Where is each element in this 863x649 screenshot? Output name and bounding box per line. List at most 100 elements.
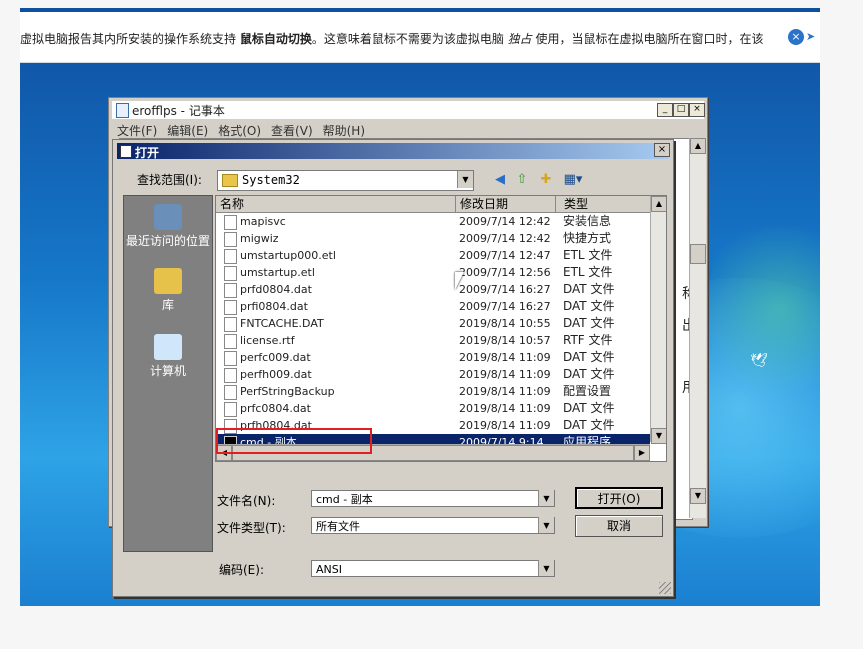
menu-edit[interactable]: 编辑(E) [167,124,208,138]
file-row[interactable]: license.rtf 2019/8/14 10:57 RTF 文件 [216,332,650,349]
column-type[interactable]: 类型 [560,196,651,212]
file-row[interactable]: FNTCACHE.DAT 2019/8/14 10:55 DAT 文件 [216,315,650,332]
file-icon [224,300,237,315]
notification-italic: 独占 [507,32,532,46]
look-in-label: 查找范围(I): [137,173,202,187]
wallpaper-glow-green [710,208,820,408]
file-type: 快捷方式 [563,231,612,245]
menu-file[interactable]: 文件(F) [117,124,157,138]
view-menu-icon[interactable]: ▦▾ [561,171,585,189]
menu-format[interactable]: 格式(O) [218,124,261,138]
chevron-down-icon[interactable]: ▼ [538,560,554,576]
file-date: 2009/7/14 12:42 [459,232,551,245]
menu-help[interactable]: 帮助(H) [323,124,365,138]
cancel-button[interactable]: 取消 [575,515,663,537]
file-icon [224,334,237,349]
filetype-select[interactable]: 所有文件 ▼ [311,517,555,534]
file-date: 2009/7/14 16:27 [459,300,551,313]
file-type: DAT 文件 [563,418,615,432]
file-icon [224,317,237,332]
encoding-select[interactable]: ANSI ▼ [311,560,555,577]
notification-text-part: 使用，当鼠标在虚拟电脑所在窗口时，在该 [531,32,764,46]
file-row[interactable]: prfd0804.dat 2009/7/14 16:27 DAT 文件 [216,281,650,298]
file-row[interactable]: perfc009.dat 2019/8/14 11:09 DAT 文件 [216,349,650,366]
look-in-combobox[interactable]: System32 ▼ [217,170,474,191]
up-folder-icon[interactable]: ⇧ [513,171,531,189]
notepad-icon [116,103,129,118]
minimize-button[interactable]: _ [657,103,673,117]
file-row[interactable]: mapisvc 2009/7/14 12:42 安装信息 [216,213,650,230]
column-date[interactable]: 修改日期 [456,196,556,212]
pin-icon[interactable]: ➤ [806,30,820,44]
file-type: DAT 文件 [563,299,615,313]
notification-bar: 虚拟电脑报告其内所安装的操作系统支持 鼠标自动切换。这意味着鼠标不需要为该虚拟电… [20,12,820,63]
scroll-up-icon[interactable]: ▲ [690,138,706,154]
file-date: 2009/7/14 12:47 [459,249,551,262]
folder-icon [222,174,238,187]
resize-grip-icon[interactable] [659,582,671,594]
place-library[interactable]: 库 [124,268,212,312]
scroll-right-icon[interactable]: ▶ [634,445,650,461]
encoding-label: 编码(E): [219,563,264,577]
dialog-titlebar: 打开 [117,143,669,160]
close-button[interactable]: × [689,103,705,117]
scroll-down-icon[interactable]: ▼ [690,488,706,504]
column-name[interactable]: 名称 [216,196,456,212]
notification-text: 虚拟电脑报告其内所安装的操作系统支持 鼠标自动切换。这意味着鼠标不需要为该虚拟电… [20,30,764,47]
file-row[interactable]: PerfStringBackup 2019/8/14 11:09 配置设置 [216,383,650,400]
filename-label: 文件名(N): [217,494,276,508]
open-button[interactable]: 打开(O) [575,487,663,509]
filetype-value: 所有文件 [316,520,360,533]
scroll-down-icon[interactable]: ▼ [651,428,666,444]
new-folder-icon[interactable]: ✚ [537,171,555,189]
file-date: 2019/8/14 10:55 [459,317,551,330]
notepad-vertical-scrollbar[interactable]: ▲ ▼ [689,138,706,518]
file-type: DAT 文件 [563,282,615,296]
file-type: RTF 文件 [563,333,613,347]
chevron-down-icon[interactable]: ▼ [538,490,554,506]
file-name: PerfStringBackup [240,385,335,398]
computer-icon [154,334,182,360]
file-row[interactable]: prfi0804.dat 2009/7/14 16:27 DAT 文件 [216,298,650,315]
filetype-label: 文件类型(T): [217,521,286,535]
file-icon [224,266,237,281]
dialog-close-button[interactable]: × [654,143,670,157]
recent-places-icon [154,204,182,230]
file-date: 2019/8/14 10:57 [459,334,551,347]
scroll-thumb[interactable] [690,244,706,264]
file-list-vertical-scrollbar[interactable]: ▲ ▼ [650,196,666,444]
file-type: 配置设置 [563,384,612,398]
place-label: 库 [161,298,174,312]
file-type: DAT 文件 [563,350,615,364]
back-icon[interactable]: ◀ [491,171,509,189]
file-date: 2009/7/14 16:27 [459,283,551,296]
file-name: prfc0804.dat [240,402,311,415]
menu-view[interactable]: 查看(V) [271,124,313,138]
place-computer[interactable]: 计算机 [124,334,212,378]
file-row[interactable]: perfh009.dat 2019/8/14 11:09 DAT 文件 [216,366,650,383]
chevron-down-icon[interactable]: ▼ [538,517,554,533]
place-recent[interactable]: 最近访问的位置 [124,204,212,248]
filename-input[interactable]: cmd - 副本 ▼ [311,490,555,507]
file-row[interactable]: umstartup.etl 2009/7/14 12:56 ETL 文件 [216,264,650,281]
file-icon [224,351,237,366]
file-row[interactable]: prfc0804.dat 2019/8/14 11:09 DAT 文件 [216,400,650,417]
file-date: 2019/8/14 11:09 [459,385,551,398]
file-type: ETL 文件 [563,248,613,262]
scroll-up-icon[interactable]: ▲ [651,196,666,212]
chevron-down-icon[interactable]: ▼ [457,171,473,188]
file-row[interactable]: migwiz 2009/7/14 12:42 快捷方式 [216,230,650,247]
file-icon [224,283,237,298]
file-date: 2019/8/14 11:09 [459,402,551,415]
file-date: 2019/8/14 11:09 [459,368,551,381]
notepad-title: erofflps - 记事本 [132,104,225,118]
close-circle-icon[interactable]: × [788,29,804,45]
encoding-value: ANSI [316,563,342,576]
place-label: 最近访问的位置 [125,234,210,248]
maximize-button[interactable]: □ [673,103,689,117]
file-row[interactable]: umstartup000.etl 2009/7/14 12:47 ETL 文件 [216,247,650,264]
bird-icon: 🕊 [750,353,768,369]
file-date: 2019/8/14 11:09 [459,419,551,432]
highlight-annotation [216,428,372,454]
file-list[interactable]: 名称 修改日期 类型 mapisvc 2009/7/14 12:42 安装信息 mig… [215,195,667,462]
